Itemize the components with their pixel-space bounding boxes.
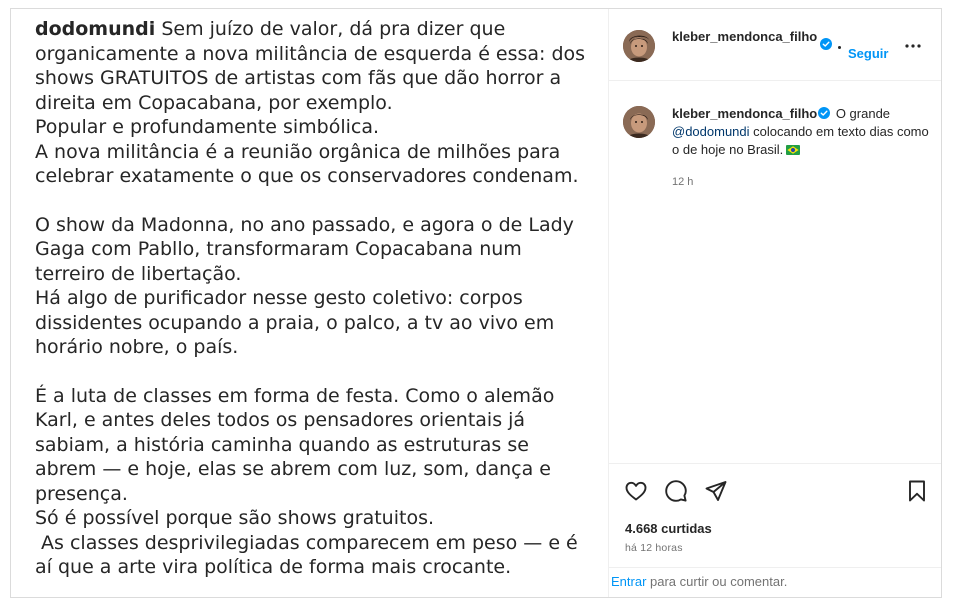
media-paragraph-5: Há algo de purificador nesse gesto colet… (35, 287, 555, 358)
media-handle: dodomundi (35, 18, 156, 40)
comment-author[interactable]: kleber_mendonca_filho (672, 106, 817, 121)
follow-button[interactable]: Seguir (848, 46, 888, 62)
post-dialog: dodomundi Sem juízo de valor, dá pra diz… (10, 8, 942, 598)
media-paragraph-4: O show da Madonna, no ano passado, e ago… (35, 213, 574, 285)
post-media: dodomundi Sem juízo de valor, dá pra diz… (11, 9, 608, 597)
login-prompt: Entrar para curtir ou comentar. (609, 567, 941, 597)
media-paragraph-1: dodomundi Sem juízo de valor, dá pra diz… (35, 17, 595, 115)
separator-dot (838, 46, 841, 49)
post-timestamp: há 12 horas (625, 542, 683, 554)
comment-timestamp: 12 h (672, 176, 694, 188)
verified-badge-icon (818, 107, 831, 119)
media-paragraph-2: Popular e profundamente simbólica. (35, 116, 380, 138)
comment-bubble-icon[interactable] (664, 479, 688, 503)
bookmark-icon[interactable] (905, 479, 929, 503)
post-sidebar: kleber_mendonca_filho Seguir kleber_mend… (608, 9, 941, 597)
media-paragraph-3: A nova militância é a reunião orgânica d… (35, 140, 579, 188)
media-paragraph-7: Só é possível porque são shows gratuitos… (35, 507, 435, 529)
more-horizontal-icon[interactable] (903, 36, 923, 56)
heart-icon[interactable] (624, 479, 648, 503)
comment-avatar[interactable] (623, 106, 655, 138)
paper-plane-icon[interactable] (704, 479, 728, 503)
comment-mention[interactable]: @dodomundi (672, 124, 750, 139)
comment-body: kleber_mendonca_filho O grande @dodomund… (672, 105, 930, 159)
post-actions: 4.668 curtidas há 12 horas (609, 463, 941, 571)
verified-badge-icon (820, 38, 832, 50)
author-avatar[interactable] (623, 30, 655, 62)
login-link[interactable]: Entrar (611, 574, 646, 589)
comments-section: kleber_mendonca_filho O grande @dodomund… (609, 81, 941, 463)
comment-text-before: O grande (832, 106, 891, 121)
post-header: kleber_mendonca_filho Seguir (609, 9, 941, 81)
likes-count[interactable]: 4.668 curtidas (625, 521, 712, 536)
login-prompt-text: para curtir ou comentar. (646, 574, 788, 589)
media-paragraph-6: É a luta de classes em forma de festa. C… (35, 384, 555, 505)
author-username[interactable]: kleber_mendonca_filho (672, 28, 822, 46)
brazil-flag-icon (786, 145, 801, 155)
media-paragraph-8: As classes desprivilegiadas comparecem e… (35, 531, 578, 579)
post-image-text: dodomundi Sem juízo de valor, dá pra diz… (35, 17, 595, 580)
